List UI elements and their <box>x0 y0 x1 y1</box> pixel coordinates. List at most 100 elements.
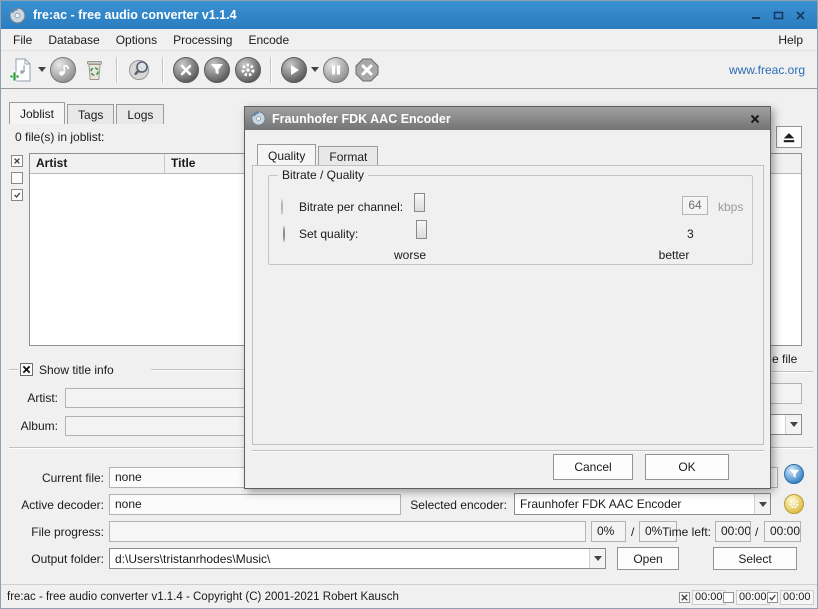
toolbar: www.freac.org <box>1 51 817 89</box>
processing-filter-icon[interactable] <box>784 464 804 484</box>
cancel-button[interactable]: Cancel <box>553 454 633 480</box>
chevron-down-icon[interactable] <box>754 494 770 514</box>
check-mark-icon <box>13 191 21 199</box>
encoder-settings-button[interactable] <box>234 56 262 84</box>
encoder-config-dialog: Fraunhofer FDK AAC Encoder Quality Forma… <box>244 106 771 489</box>
check-box-icon <box>767 592 778 603</box>
titlebar[interactable]: fre:ac - free audio converter v1.1.4 <box>1 1 817 29</box>
joblist-count-label: 0 file(s) in joblist: <box>15 130 104 144</box>
ok-button[interactable]: OK <box>645 454 729 480</box>
chevron-down-icon[interactable] <box>785 415 801 434</box>
tab-joblist[interactable]: Joblist <box>9 102 65 124</box>
app-window: fre:ac - free audio converter v1.1.4 Fil… <box>0 0 818 609</box>
empty-box-icon <box>723 592 734 603</box>
set-quality-label: Set quality: <box>299 227 358 241</box>
time-left-label: Time left: <box>654 525 711 539</box>
main-tab-bar: Joblist Tags Logs <box>9 102 166 124</box>
x-check-icon <box>22 365 31 374</box>
output-folder-dropdown[interactable]: d:\Users\tristanrhodes\Music\ <box>109 548 606 569</box>
show-title-info-checkbox[interactable] <box>20 363 33 376</box>
group-title: Bitrate / Quality <box>278 168 368 182</box>
dialog-button-divider <box>252 450 764 452</box>
active-decoder-label: Active decoder: <box>4 498 104 512</box>
dialog-title: Fraunhofer FDK AAC Encoder <box>272 112 451 126</box>
dialog-tab-bar: Quality Format <box>257 144 380 166</box>
x-box-icon <box>679 592 690 603</box>
time-left-file: 00:00 <box>715 521 751 542</box>
file-progress-bar <box>109 521 586 542</box>
selected-encoder-label: Selected encoder: <box>399 498 507 512</box>
dialog-titlebar[interactable]: Fraunhofer FDK AAC Encoder <box>245 107 770 130</box>
dialog-tab-pane: Bitrate / Quality Bitrate per channel: 6… <box>252 165 764 445</box>
toolbar-separator <box>116 57 118 83</box>
selected-encoder-dropdown[interactable]: Fraunhofer FDK AAC Encoder <box>514 493 771 515</box>
timer-selected: 00:00 <box>679 590 726 605</box>
quality-value-label: 3 <box>687 227 694 241</box>
clear-joblist-button[interactable] <box>80 56 108 84</box>
close-button[interactable] <box>791 7 809 23</box>
right-groupline-fragment <box>772 371 813 373</box>
time-left-total: 00:00 <box>764 521 801 542</box>
chevron-down-icon[interactable] <box>589 549 605 568</box>
eject-button[interactable] <box>776 126 802 148</box>
dialog-logo-icon <box>251 111 266 126</box>
start-encoding-dropdown-icon[interactable] <box>311 67 319 72</box>
toolbar-separator <box>162 57 164 83</box>
select-folder-button[interactable]: Select <box>713 547 797 570</box>
quality-slider-thumb[interactable] <box>416 220 427 239</box>
maximize-button[interactable] <box>769 7 787 23</box>
progress-separator: / <box>631 525 634 539</box>
tab-format[interactable]: Format <box>318 146 378 166</box>
minimize-button[interactable] <box>747 7 765 23</box>
start-encoding-button[interactable] <box>280 56 308 84</box>
dialog-close-button[interactable] <box>746 111 764 127</box>
tab-logs[interactable]: Logs <box>116 104 164 124</box>
bitrate-slider-thumb[interactable] <box>414 193 425 212</box>
add-files-button[interactable] <box>7 56 35 84</box>
tab-quality[interactable]: Quality <box>257 144 316 166</box>
add-files-dropdown-icon[interactable] <box>38 67 46 72</box>
eject-icon <box>782 132 796 143</box>
right-panel-label-fragment: e file <box>772 352 797 366</box>
bitrate-radio[interactable] <box>281 199 283 215</box>
bitrate-label: Bitrate per channel: <box>299 200 403 214</box>
stop-encoding-button[interactable] <box>353 56 381 84</box>
groupline-left <box>9 369 18 371</box>
bitrate-value-field: 64 <box>682 196 708 215</box>
encoder-config-icon[interactable] <box>784 494 804 514</box>
active-decoder-value: none <box>109 494 401 515</box>
x-mark-icon <box>13 157 21 165</box>
general-settings-button[interactable] <box>172 56 200 84</box>
menu-file[interactable]: File <box>5 31 40 49</box>
app-logo-icon <box>9 7 26 24</box>
toolbar-separator <box>270 57 272 83</box>
bitrate-unit-label: kbps <box>718 200 743 214</box>
scale-better-label: better <box>646 248 702 262</box>
close-icon <box>750 114 760 124</box>
add-audio-cd-button[interactable] <box>49 56 77 84</box>
show-title-info-label: Show title info <box>39 363 114 377</box>
select-none-button[interactable] <box>11 155 23 167</box>
scale-worse-label: worse <box>382 248 438 262</box>
menu-options[interactable]: Options <box>108 31 165 49</box>
menu-processing[interactable]: Processing <box>165 31 240 49</box>
album-field-label: Album: <box>9 419 58 433</box>
select-all-button[interactable] <box>11 189 23 201</box>
menu-help[interactable]: Help <box>768 31 813 49</box>
bitrate-quality-group: Bitrate / Quality Bitrate per channel: 6… <box>268 175 753 265</box>
website-link[interactable]: www.freac.org <box>729 63 811 77</box>
select-clear-button[interactable] <box>11 172 23 184</box>
pause-encoding-button[interactable] <box>322 56 350 84</box>
output-folder-label: Output folder: <box>4 552 104 566</box>
time-separator: / <box>755 525 758 539</box>
window-title: fre:ac - free audio converter v1.1.4 <box>33 8 237 22</box>
column-header-artist[interactable]: Artist <box>30 154 165 173</box>
open-folder-button[interactable]: Open <box>617 547 679 570</box>
cddb-query-button[interactable] <box>126 56 154 84</box>
file-progress-label: File progress: <box>4 525 104 539</box>
set-quality-radio[interactable] <box>283 226 285 242</box>
processing-options-button[interactable] <box>203 56 231 84</box>
tab-tags[interactable]: Tags <box>67 104 114 124</box>
menu-encode[interactable]: Encode <box>240 31 297 49</box>
menu-database[interactable]: Database <box>40 31 107 49</box>
